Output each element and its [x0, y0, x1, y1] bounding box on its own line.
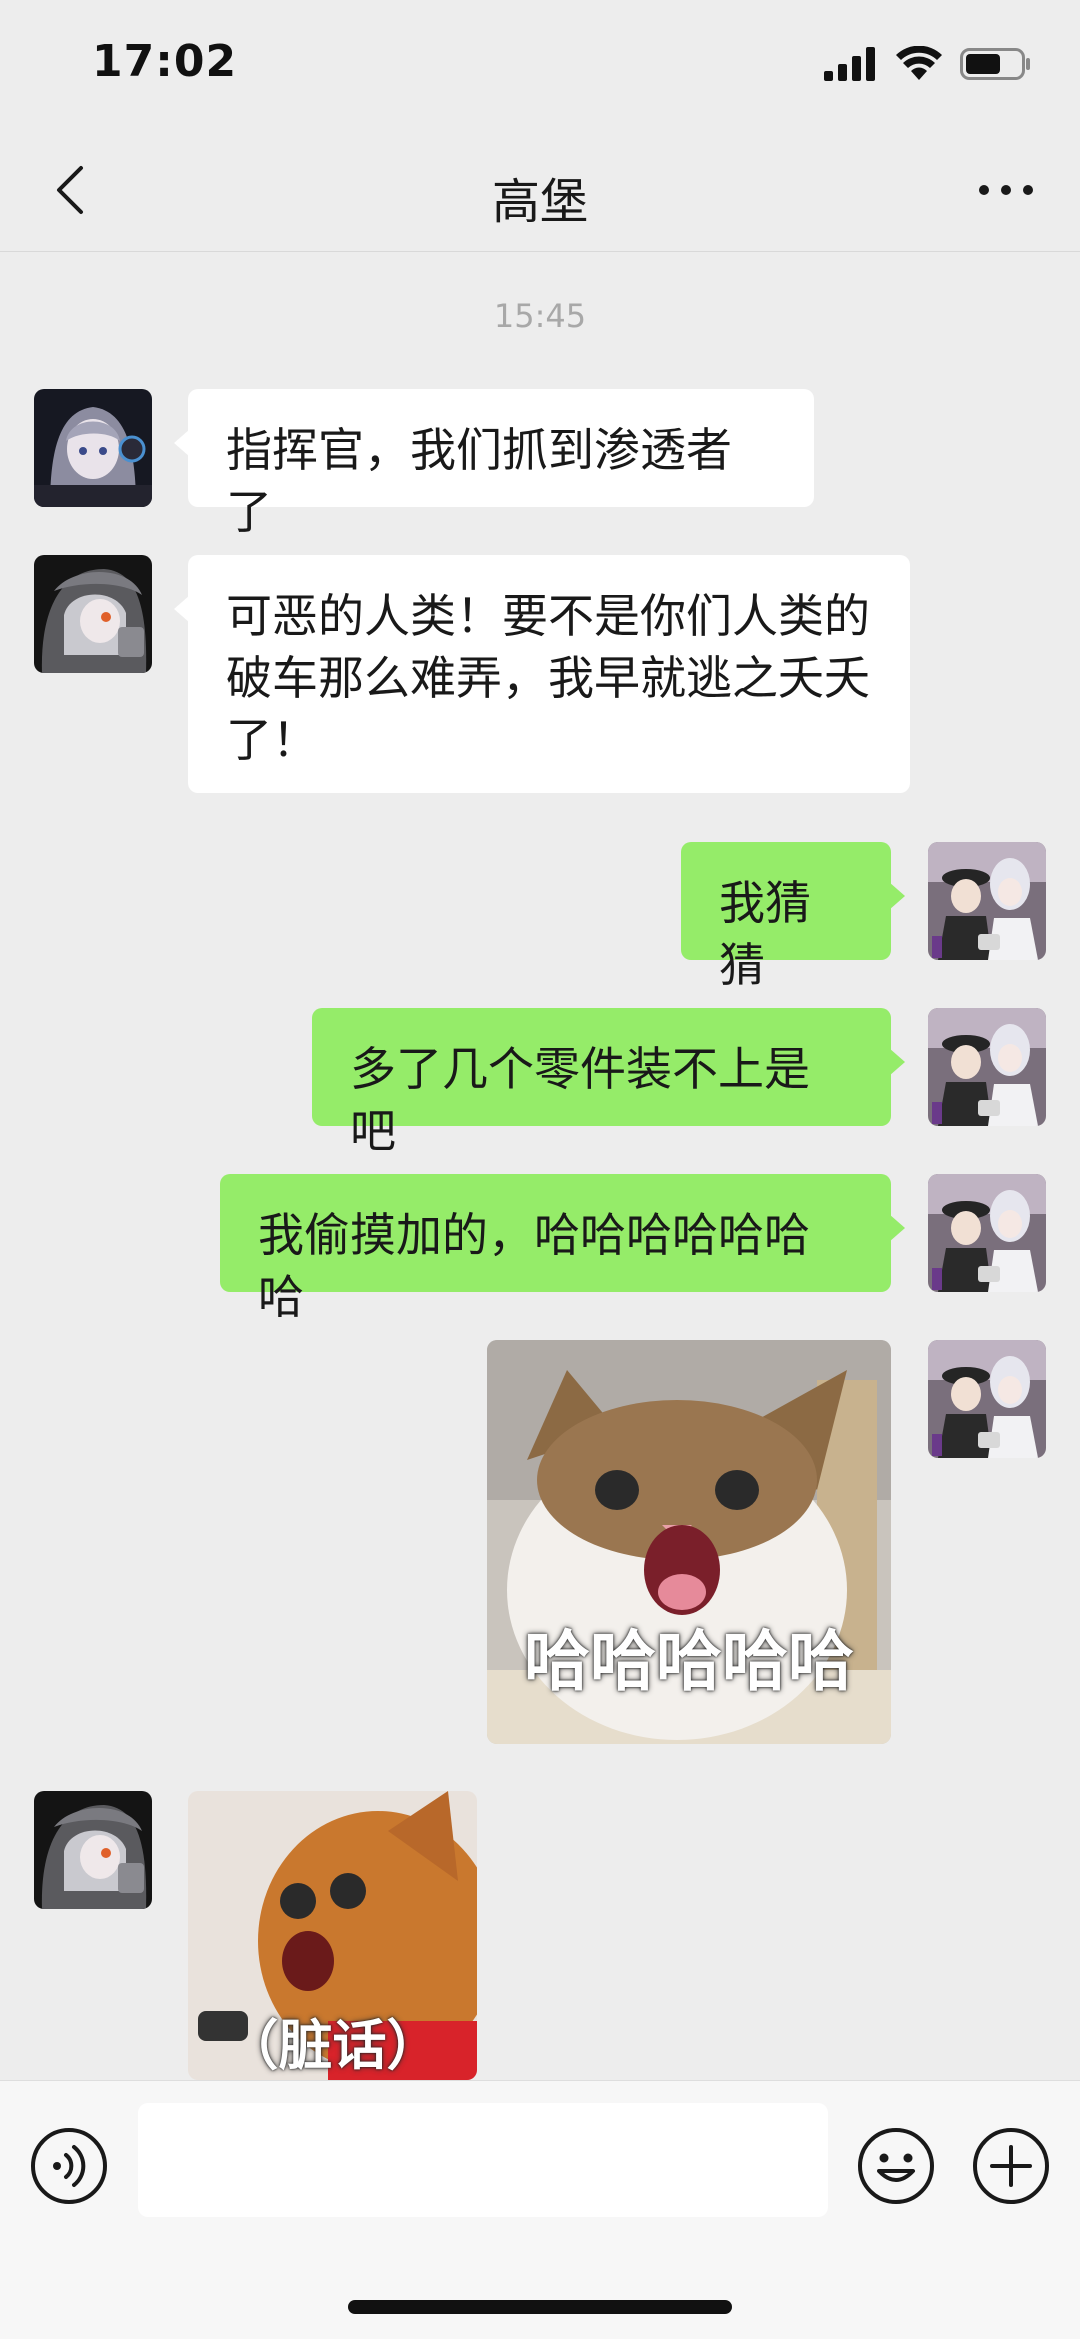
- chat-title: 高堡: [491, 174, 588, 230]
- avatar-gray-haired-girl[interactable]: [34, 389, 152, 507]
- home-indicator[interactable]: [348, 2300, 732, 2314]
- avatar-hooded-android[interactable]: [34, 555, 152, 673]
- sticker-caption: （脏话）: [224, 2014, 441, 2077]
- voice-button[interactable]: [30, 2127, 108, 2205]
- wifi-icon: [896, 46, 942, 80]
- emoji-button[interactable]: [857, 2127, 935, 2205]
- message-bubble[interactable]: 可恶的人类！要不是你们人类的破车那么难弄，我早就逃之夭夭了！: [174, 555, 910, 793]
- avatar-hooded-android[interactable]: [34, 1791, 152, 1909]
- message-text: 我偷摸加的，哈哈哈哈哈哈哈: [258, 1208, 810, 1324]
- status-icons: [824, 44, 1032, 84]
- sticker-caption: 哈哈哈哈哈: [524, 1623, 854, 1700]
- avatar-officer-pair[interactable]: [928, 1174, 1046, 1292]
- battery-icon: [960, 48, 1030, 80]
- message-bubble[interactable]: 多了几个零件装不上是吧: [312, 1008, 905, 1158]
- message-bubble[interactable]: 我偷摸加的，哈哈哈哈哈哈哈: [220, 1174, 905, 1324]
- message-bubble[interactable]: 我猜猜: [681, 842, 905, 992]
- voice-icon: [31, 2128, 107, 2204]
- status-time: 17:02: [92, 36, 238, 87]
- emoji-icon: [858, 2128, 934, 2204]
- message-timestamp: 15:45: [493, 297, 587, 335]
- laughing-cat-sticker[interactable]: 哈哈哈哈哈: [487, 1340, 891, 1744]
- avatar-officer-pair[interactable]: [928, 1340, 1046, 1458]
- plus-button[interactable]: [972, 2127, 1050, 2205]
- message-text: 多了几个零件装不上是吧: [350, 1042, 810, 1158]
- plus-icon: [973, 2128, 1049, 2204]
- message-text: 指挥官，我们抓到渗透者了: [226, 423, 732, 539]
- message-list[interactable]: 15:45 指挥官，我们抓到渗透者了 可恶的人类！要不是你们人类的破车那么难弄，…: [0, 253, 1080, 2080]
- status-bar: 17:02: [0, 0, 1080, 130]
- avatar-officer-pair[interactable]: [928, 842, 1046, 960]
- more-button[interactable]: [966, 160, 1046, 220]
- message-text: 我猜猜: [719, 876, 811, 992]
- message-text: 可恶的人类！要不是你们人类的破车那么难弄，我早就逃之夭夭了！: [226, 589, 870, 767]
- message-bubble[interactable]: 指挥官，我们抓到渗透者了: [174, 389, 814, 539]
- nav-bar: 高堡: [0, 130, 1080, 252]
- message-input[interactable]: [138, 2103, 828, 2217]
- angry-cat-sticker[interactable]: （脏话）: [188, 1791, 477, 2080]
- chat-screen: 17:02 高堡 15:45 指挥官，我们抓到渗透者了 可恶的人类！要不是你们人…: [0, 0, 1080, 2339]
- signal-icon: [824, 47, 875, 81]
- avatar-officer-pair[interactable]: [928, 1008, 1046, 1126]
- more-dots-icon: [979, 185, 1033, 195]
